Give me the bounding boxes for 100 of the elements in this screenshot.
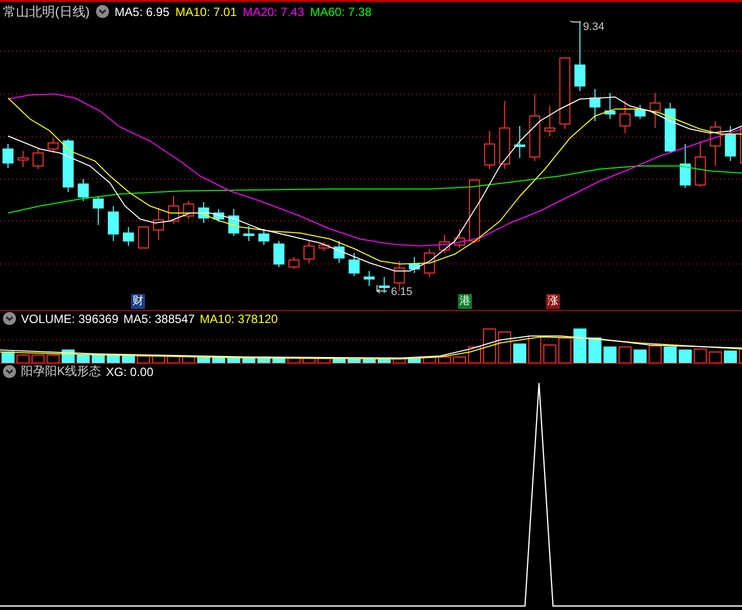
candlestick	[604, 92, 616, 120]
collapse-icon[interactable]	[3, 365, 16, 378]
volume-bar	[362, 358, 376, 363]
volume-bar	[378, 358, 391, 363]
candlestick	[32, 148, 44, 170]
candlestick	[664, 102, 676, 154]
candlestick	[650, 92, 661, 128]
volume-bar	[302, 358, 316, 363]
volume-bar	[122, 356, 135, 363]
candlestick	[334, 240, 345, 264]
volume-bar	[543, 344, 556, 363]
candlestick	[544, 106, 556, 136]
candlestick	[408, 256, 420, 274]
volume-bar	[408, 358, 421, 363]
candlestick	[304, 240, 314, 264]
candlestick	[243, 226, 254, 242]
candlestick	[122, 226, 134, 246]
volume-bar	[604, 346, 616, 363]
volume-bar	[318, 358, 331, 363]
candlestick	[318, 242, 330, 252]
candlestick	[499, 100, 510, 170]
candlestick	[514, 126, 526, 158]
candlestick	[710, 120, 721, 166]
leader-line	[376, 284, 388, 294]
volume-bar	[498, 332, 512, 363]
collapse-icon[interactable]	[3, 312, 16, 325]
candlestick	[183, 200, 194, 220]
volume-bar	[694, 348, 707, 363]
candlestick	[228, 208, 240, 236]
candlestick	[424, 248, 435, 278]
indicator-reading: MA10: 378120	[200, 312, 278, 326]
candlestick	[18, 150, 29, 168]
indicator-reading: MA10: 7.01	[175, 4, 237, 18]
volume-bar	[528, 336, 542, 363]
volume-bar	[348, 358, 361, 363]
candlestick	[213, 208, 224, 222]
volume-bar	[724, 350, 737, 363]
candlestick	[62, 138, 74, 192]
candlestick	[378, 276, 390, 294]
volume-bar	[287, 358, 300, 363]
volume-bar	[2, 352, 14, 363]
candlestick	[680, 144, 691, 188]
indicator-reading: MA5: 388547	[123, 312, 195, 326]
candlestick	[529, 94, 540, 162]
candlestick	[138, 226, 149, 248]
price-label: 9.34	[583, 21, 604, 33]
candlestick	[559, 58, 570, 130]
event-badge[interactable]: 涨	[546, 294, 560, 309]
volume-bar	[588, 338, 602, 363]
candlestick	[740, 128, 742, 164]
volume-bar	[16, 354, 30, 363]
candlestick	[724, 126, 736, 162]
candlestick	[620, 100, 631, 134]
candlestick	[2, 144, 14, 168]
candlestick	[168, 196, 180, 224]
candlestick	[589, 88, 600, 122]
volume-bar	[438, 356, 451, 363]
candlestick	[469, 180, 480, 244]
volume-bar	[573, 328, 586, 363]
indicator-reading: MA60: 7.38	[310, 4, 372, 18]
collapse-icon[interactable]	[96, 5, 109, 18]
leader-line	[570, 21, 580, 24]
volume-bar	[392, 358, 406, 363]
candlestick	[48, 138, 59, 154]
candlestick	[198, 202, 210, 224]
candlestick	[288, 256, 300, 270]
volume-bar	[634, 350, 647, 363]
event-badge[interactable]: 财	[131, 294, 145, 309]
candlestick	[153, 208, 164, 240]
volume-bar	[513, 344, 526, 363]
volume-bar	[76, 354, 90, 363]
event-badge[interactable]: 港	[458, 294, 472, 309]
candlestick	[454, 228, 465, 248]
indicator-reading: MA20: 7.43	[242, 4, 304, 18]
volume-bar	[272, 358, 286, 363]
indicator-reading: VOLUME: 396369	[21, 312, 118, 326]
candlestick	[92, 196, 104, 226]
volume-bar	[32, 354, 45, 363]
volume-bar	[648, 346, 662, 363]
volume-bar	[708, 352, 722, 363]
candlestick	[348, 252, 360, 276]
indicator-title: 阳孕阳K线形态	[21, 363, 102, 380]
candlestick	[258, 228, 270, 246]
indicator-reading: MA5: 6.95	[114, 4, 170, 18]
candlestick	[78, 178, 89, 202]
candlestick	[438, 234, 450, 254]
volume-bar	[664, 346, 677, 363]
volume-bar	[678, 350, 692, 363]
chart-title: 常山北明(日线)	[3, 2, 90, 20]
volume-bar	[618, 346, 632, 363]
indicator-reading: XG: 0.00	[106, 364, 154, 378]
volume-bar	[46, 354, 60, 363]
candlestick	[273, 240, 284, 268]
volume-bar	[332, 358, 346, 363]
volume-bar	[453, 356, 466, 363]
candlestick	[364, 270, 375, 286]
volume-bar	[558, 338, 572, 363]
candlestick	[634, 104, 646, 120]
price-label: 6.15	[391, 286, 412, 298]
candlestick	[574, 21, 586, 92]
